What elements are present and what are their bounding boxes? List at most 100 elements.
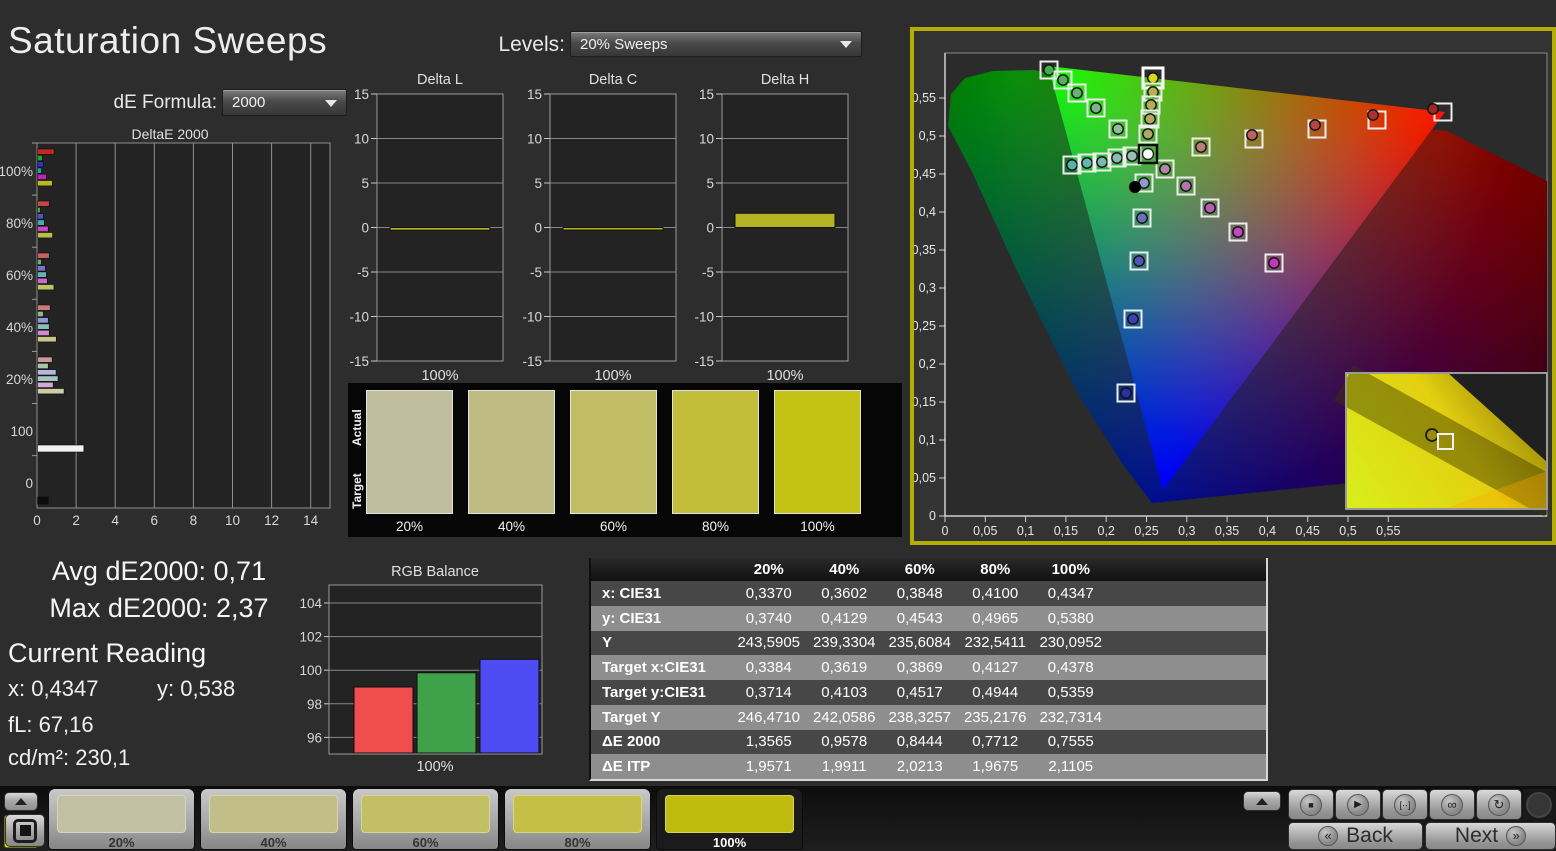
stop-button[interactable]: ■ — [1288, 789, 1334, 820]
cie-measured-green — [1071, 87, 1083, 99]
table-cell: 0,3869 — [896, 659, 943, 677]
svg-text:5: 5 — [361, 176, 369, 191]
swatch-label: 100% — [800, 519, 835, 534]
color-swatch-40% — [468, 390, 555, 514]
table-cell: 0,7712 — [972, 733, 1019, 751]
de-formula-dropdown[interactable]: 2000 — [222, 89, 347, 116]
svg-text:100: 100 — [300, 663, 322, 678]
svg-text:0,5: 0,5 — [1339, 524, 1356, 538]
table-row-label: ΔE ITP — [602, 758, 651, 776]
next-button[interactable]: Next » — [1425, 822, 1556, 850]
table-row-label: x: CIE31 — [602, 584, 662, 602]
table-row-filler — [1109, 680, 1267, 705]
chevron-left-icon: « — [1318, 826, 1339, 846]
table-cell: 242,0586 — [812, 708, 876, 726]
svg-text:104: 104 — [300, 596, 322, 611]
loop-infinite-button[interactable]: ∞ — [1429, 789, 1475, 820]
swatch-label: 80% — [701, 519, 730, 534]
cie-1976-diagram-panel[interactable]: CIE 1976 u'v' 00,050,10,150,20,250,30,35… — [910, 27, 1556, 545]
svg-text:80%: 80% — [6, 216, 33, 231]
svg-text:15: 15 — [354, 87, 369, 102]
play-button[interactable]: ▶ — [1335, 789, 1381, 820]
svg-text:-15: -15 — [694, 354, 714, 369]
svg-text:100%: 100% — [421, 368, 458, 384]
svg-text:0,25: 0,25 — [1134, 524, 1158, 538]
chevron-down-icon — [840, 41, 852, 48]
table-cell: 0,4965 — [972, 609, 1019, 627]
cie-measured-green — [1112, 123, 1124, 135]
level-tile-80%[interactable]: 80% — [504, 788, 651, 850]
stop-toggle-button[interactable] — [5, 814, 45, 847]
cie-measured-red — [1367, 109, 1379, 121]
current-reading-title: Current Reading — [8, 638, 207, 668]
play-icon: ▶ — [1347, 793, 1369, 816]
svg-text:10: 10 — [699, 132, 714, 147]
collapse-left-button[interactable] — [4, 792, 38, 811]
cie-measured-yellow — [1145, 99, 1157, 111]
svg-text:102: 102 — [300, 630, 322, 645]
current-reading-cdm2: cd/m²: 230,1 — [8, 745, 131, 770]
tile-swatch — [513, 795, 642, 833]
table-header-cell: 100% — [1051, 561, 1090, 578]
svg-text:15: 15 — [527, 87, 542, 102]
cie-measured-cyan — [1066, 159, 1078, 171]
svg-text:10: 10 — [354, 132, 369, 147]
table-cell: 246,4710 — [737, 708, 801, 726]
calibration-app: Saturation Sweeps dE Formula: 2000 Level… — [0, 0, 1556, 851]
chevron-right-icon: » — [1506, 826, 1527, 846]
table-row: Target Y 246,4710 242,0586 238,3257 235,2176… — [591, 704, 1266, 730]
svg-text:-5: -5 — [357, 265, 369, 280]
delta-h-chart: 15 10 5 0 -5 -10 -15 Delta H 100% — [685, 70, 870, 385]
svg-text:4: 4 — [111, 513, 119, 528]
cie-measured-green — [1043, 64, 1055, 76]
svg-text:20%: 20% — [6, 372, 33, 387]
svg-text:10: 10 — [225, 513, 240, 528]
repeat-button[interactable]: ↻ — [1476, 789, 1522, 820]
svg-text:0,1: 0,1 — [919, 433, 936, 447]
level-tile-60%[interactable]: 60% — [352, 788, 499, 850]
ab-repeat-button[interactable]: [··] — [1382, 789, 1428, 820]
up-arrow-icon — [1256, 797, 1268, 805]
swatch-label: 40% — [497, 519, 526, 534]
tile-swatch — [209, 795, 338, 833]
table-row-label: Y — [602, 634, 613, 652]
svg-text:-15: -15 — [349, 354, 369, 369]
svg-text:0: 0 — [33, 513, 41, 528]
svg-text:0,05: 0,05 — [914, 471, 936, 485]
table-row: Y 243,5905 239,3304 235,6084 232,5411 230,095… — [591, 630, 1266, 656]
record-indicator-icon[interactable] — [1526, 792, 1552, 818]
svg-text:0,4: 0,4 — [919, 205, 936, 219]
max-de2000-stat: Max dE2000: 2,37 — [49, 593, 269, 623]
svg-text:RGB Balance: RGB Balance — [391, 564, 479, 580]
level-tile-100%[interactable]: 100% — [656, 788, 803, 850]
levels-dropdown[interactable]: 20% Sweeps — [570, 31, 862, 57]
table-cell: 1,9675 — [972, 758, 1019, 776]
table-cell: 0,5380 — [1047, 609, 1094, 627]
table-header-cell: 80% — [980, 561, 1011, 578]
table-row: ΔE ITP 1,9571 1,9911 2,0213 1,9675 2,1105 — [591, 754, 1266, 779]
cie-measured-red — [1309, 119, 1321, 131]
collapse-right-button[interactable] — [1243, 791, 1281, 811]
svg-text:98: 98 — [307, 697, 322, 712]
back-button-label: Back — [1346, 824, 1393, 847]
svg-text:96: 96 — [307, 730, 322, 745]
svg-text:-10: -10 — [522, 310, 542, 325]
cie-measured-magenta — [1159, 163, 1171, 175]
table-row-filler — [1109, 606, 1267, 631]
level-tile-20%[interactable]: 20% — [48, 788, 195, 850]
level-tile-40%[interactable]: 40% — [200, 788, 347, 850]
table-header-cell: 40% — [829, 561, 860, 578]
svg-text:0,55: 0,55 — [914, 91, 936, 105]
table-row: ΔE 2000 1,3565 0,9578 0,8444 0,7712 0,7555 — [591, 729, 1266, 755]
cie-measured-yellow — [1144, 113, 1156, 125]
cie-measured-cyan — [1111, 152, 1123, 164]
svg-text:14: 14 — [303, 513, 319, 528]
svg-text:100: 100 — [10, 424, 33, 439]
table-header-cell — [591, 558, 731, 581]
svg-text:8: 8 — [190, 513, 198, 528]
infinity-icon: ∞ — [1441, 793, 1463, 816]
back-button[interactable]: « Back — [1288, 822, 1423, 850]
color-swatch-80% — [672, 390, 759, 514]
table-cell: 0,4100 — [972, 584, 1019, 602]
table-cell: 0,3848 — [896, 584, 943, 602]
